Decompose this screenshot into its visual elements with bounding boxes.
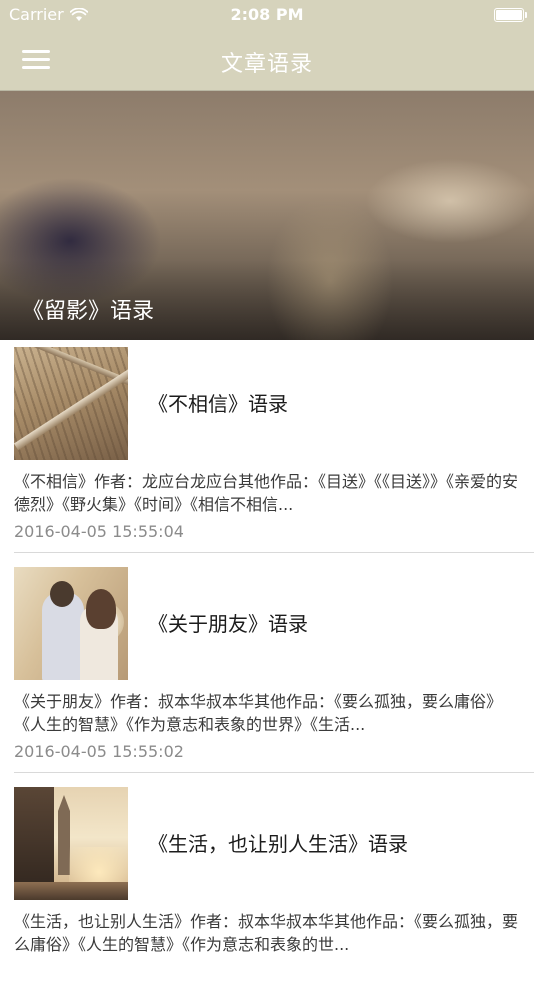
page-title: 文章语录 [220, 52, 313, 77]
article-date: 2016-04-05 15:55:04 [14, 522, 184, 541]
article-title: 《不相信》语录 [148, 392, 288, 416]
article-title: 《生活，也让别人生活》语录 [148, 832, 408, 856]
article-summary: 《关于朋友》作者：叔本华叔本华其他作品：《要么孤独，要么庸俗》《人生的智慧》《作… [14, 692, 503, 734]
article-item[interactable]: 《关于朋友》语录 《关于朋友》作者：叔本华叔本华其他作品：《要么孤独，要么庸俗》… [0, 560, 534, 780]
article-title: 《关于朋友》语录 [148, 612, 308, 636]
article-summary: 《不相信》作者：龙应台龙应台其他作品：《目送》《《目送》》《亲爱的安德烈》《野火… [14, 472, 519, 514]
article-date: 2016-04-05 15:55:02 [14, 742, 184, 761]
navigation-bar: 文章语录 [0, 30, 534, 91]
status-bar: Carrier 2:08 PM [0, 0, 534, 30]
article-item[interactable]: 《生活，也让别人生活》语录 《生活，也让别人生活》作者：叔本华叔本华其他作品：《… [0, 780, 534, 1000]
article-thumbnail [14, 347, 128, 460]
article-item[interactable]: 《不相信》语录 《不相信》作者：龙应台龙应台其他作品：《目送》《《目送》》《亲爱… [0, 340, 534, 560]
banner-title: 《留影》语录 [22, 299, 155, 324]
featured-banner[interactable]: 《留影》语录 [0, 91, 534, 340]
battery-icon [494, 8, 527, 22]
status-time: 2:08 PM [230, 5, 304, 24]
article-summary: 《生活，也让别人生活》作者：叔本华叔本华其他作品：《要么孤独，要么庸俗》《人生的… [14, 912, 519, 954]
divider [14, 552, 534, 553]
divider [14, 772, 534, 773]
article-thumbnail [14, 787, 128, 900]
article-thumbnail [14, 567, 128, 680]
